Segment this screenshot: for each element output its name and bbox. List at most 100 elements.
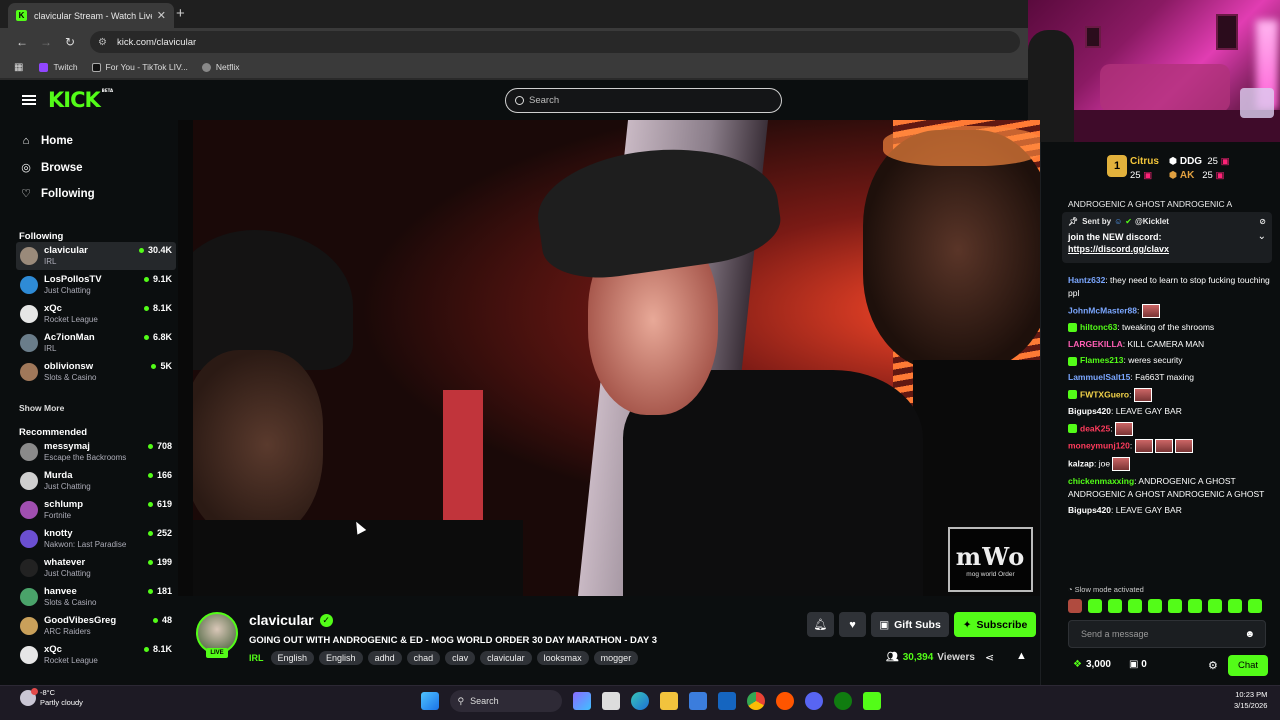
emote-button[interactable] <box>1188 599 1202 613</box>
store-icon[interactable] <box>688 692 707 710</box>
sidebar-channel-xqc[interactable]: xQc Rocket League 8.1K <box>16 641 176 669</box>
reload-icon[interactable]: ↻ <box>58 35 82 49</box>
gear-icon[interactable]: ⚙ <box>1208 659 1218 672</box>
chat-username[interactable]: LammuelSalt15 <box>1068 372 1130 382</box>
bookmark-twitch[interactable]: Twitch <box>39 62 78 72</box>
url-field[interactable]: ⚙ kick.com/clavicular <box>90 31 1020 53</box>
emote-button[interactable] <box>1228 599 1242 613</box>
sidebar-channel-hanvee[interactable]: hanvee Slots & Casino 181 <box>16 583 176 611</box>
outlook-icon[interactable] <box>717 692 736 710</box>
sidebar-channel-messymaj[interactable]: messymaj Escape the Backrooms 708 <box>16 438 176 466</box>
chat-username[interactable]: Bigups420 <box>1068 406 1111 416</box>
compass-icon: ◎ <box>21 162 31 174</box>
edge-icon[interactable] <box>630 692 649 710</box>
windows-start-icon[interactable] <box>420 692 439 710</box>
nav-following[interactable]: ♡ Following <box>20 187 95 201</box>
bell-icon: 🔔︎ <box>813 619 828 631</box>
browser-tab[interactable]: K clavicular Stream - Watch Live o ✕ <box>8 3 174 28</box>
chat-username[interactable]: moneymunj120 <box>1068 441 1130 451</box>
video-player[interactable] <box>193 120 1040 596</box>
bookmark-netflix[interactable]: Netflix <box>201 62 240 72</box>
kick-logo[interactable]: KICK BETA <box>48 88 113 112</box>
gift-count[interactable]: ▣ 0 <box>1129 659 1147 670</box>
system-clock[interactable]: 10:23 PM 3/15/2026 <box>1234 689 1267 711</box>
sidebar-channel-ac7ionman[interactable]: Ac7ionMan IRL 6.8K <box>16 329 176 357</box>
close-tab-icon[interactable]: ✕ <box>157 9 166 22</box>
emote-button[interactable] <box>1248 599 1262 613</box>
new-tab-icon[interactable]: + <box>176 5 185 22</box>
emote-button[interactable] <box>1068 599 1082 613</box>
search-input[interactable]: Search <box>505 88 782 113</box>
channel-name[interactable]: clavicular ✓ <box>249 612 333 628</box>
channel-points[interactable]: ❖ 3,000 <box>1073 659 1111 670</box>
chevron-down-icon[interactable]: ⌄ <box>1258 231 1266 242</box>
chat-username[interactable]: FWTXGuero <box>1080 389 1129 399</box>
sidebar-channel-xqc[interactable]: xQc Rocket League 8.1K <box>16 300 176 328</box>
xbox-icon[interactable] <box>833 692 852 710</box>
tag-chip[interactable]: chad <box>406 651 441 665</box>
kick-app-icon[interactable] <box>862 692 881 710</box>
tag-chip[interactable]: English <box>270 651 315 665</box>
chat-username[interactable]: Bigups420 <box>1068 505 1111 515</box>
chat-username[interactable]: chickenmaxxing <box>1068 476 1134 486</box>
report-icon[interactable]: ▲ <box>1016 650 1027 662</box>
notification-bell-button[interactable]: 🔔︎ <box>807 612 834 637</box>
forward-icon[interactable]: → <box>34 35 58 49</box>
discord-icon[interactable] <box>804 692 823 710</box>
sidebar-channel-lospollostv[interactable]: LosPollosTV Just Chatting 9.1K <box>16 271 176 299</box>
file-explorer-icon[interactable] <box>659 692 678 710</box>
pinned-message[interactable]: 📌︎ Sent by ☺ ✔ @Kicklet ⊘ join the NEW d… <box>1062 212 1272 263</box>
chrome-icon[interactable] <box>746 692 765 710</box>
nav-browse[interactable]: ◎ Browse <box>20 161 82 175</box>
taskbar-search[interactable]: ⚲ Search <box>449 690 562 712</box>
sidebar-channel-murda[interactable]: Murda Just Chatting 166 <box>16 467 176 495</box>
chat-username[interactable]: Flames213 <box>1080 355 1123 365</box>
sidebar-channel-whatever[interactable]: whatever Just Chatting 199 <box>16 554 176 582</box>
site-info-icon[interactable]: ⚙ <box>98 37 107 48</box>
unpin-icon[interactable]: ⊘ <box>1259 217 1266 226</box>
apps-grid-icon[interactable]: ▦ <box>14 62 23 73</box>
tag-chip[interactable]: English <box>319 651 363 665</box>
tag-chip[interactable]: clavicular <box>480 651 532 665</box>
send-chat-button[interactable]: Chat <box>1228 655 1268 676</box>
emote-button[interactable] <box>1088 599 1102 613</box>
subscribe-button[interactable]: ✦ Subscribe <box>954 612 1036 637</box>
chat-username[interactable]: hiltonc63 <box>1080 322 1117 332</box>
bookmark-tiktok[interactable]: For You - TikTok LIV... <box>91 62 188 72</box>
back-icon[interactable]: ← <box>10 35 34 49</box>
sidebar-channel-schlump[interactable]: schlump Fortnite 619 <box>16 496 176 524</box>
sidebar-channel-goodvibesgreg[interactable]: GoodVibesGreg ARC Raiders 48 <box>16 612 176 640</box>
category-link[interactable]: IRL <box>249 653 264 663</box>
emote-button[interactable] <box>1168 599 1182 613</box>
tag-chip[interactable]: clav <box>445 651 476 665</box>
copilot-icon[interactable] <box>572 692 591 710</box>
chat-username[interactable]: deaK25 <box>1080 423 1110 433</box>
menu-icon[interactable] <box>22 95 36 105</box>
task-view-icon[interactable] <box>601 692 620 710</box>
emote-button[interactable] <box>1108 599 1122 613</box>
brave-icon[interactable] <box>775 692 794 710</box>
tag-chip[interactable]: looksmax <box>536 651 589 665</box>
sidebar-channel-clavicular[interactable]: clavicular IRL 30.4K <box>16 242 176 270</box>
sidebar-channel-knotty[interactable]: knotty Nakwon: Last Paradise 252 <box>16 525 176 553</box>
chat-username[interactable]: kalzap <box>1068 458 1094 468</box>
show-more-link[interactable]: Show More <box>19 403 64 413</box>
nav-home[interactable]: ⌂ Home <box>20 135 73 147</box>
emote-button[interactable] <box>1208 599 1222 613</box>
tag-chip[interactable]: adhd <box>367 651 402 665</box>
discord-link[interactable]: https://discord.gg/clavx <box>1068 244 1169 254</box>
chat-username[interactable]: JohnMcMaster88 <box>1068 305 1137 315</box>
chat-username[interactable]: Hantz632 <box>1068 275 1105 285</box>
emoji-icon[interactable]: ☻ <box>1244 629 1255 640</box>
follow-heart-button[interactable]: ♥ <box>839 612 866 637</box>
emote-button[interactable] <box>1148 599 1162 613</box>
chat-input[interactable]: Send a message ☻ <box>1068 620 1266 648</box>
sidebar-channel-oblivionsw[interactable]: oblivionsw Slots & Casino 5K <box>16 358 176 386</box>
share-icon[interactable]: ⋖ <box>985 651 994 664</box>
emote-button[interactable] <box>1128 599 1142 613</box>
search-icon <box>515 96 524 105</box>
chat-username[interactable]: LARGEKILLA <box>1068 339 1123 349</box>
weather-widget[interactable]: -8°C Partly cloudy <box>20 688 83 708</box>
gift-subs-button[interactable]: ▣ Gift Subs <box>871 612 949 637</box>
tag-chip[interactable]: mogger <box>593 651 639 665</box>
